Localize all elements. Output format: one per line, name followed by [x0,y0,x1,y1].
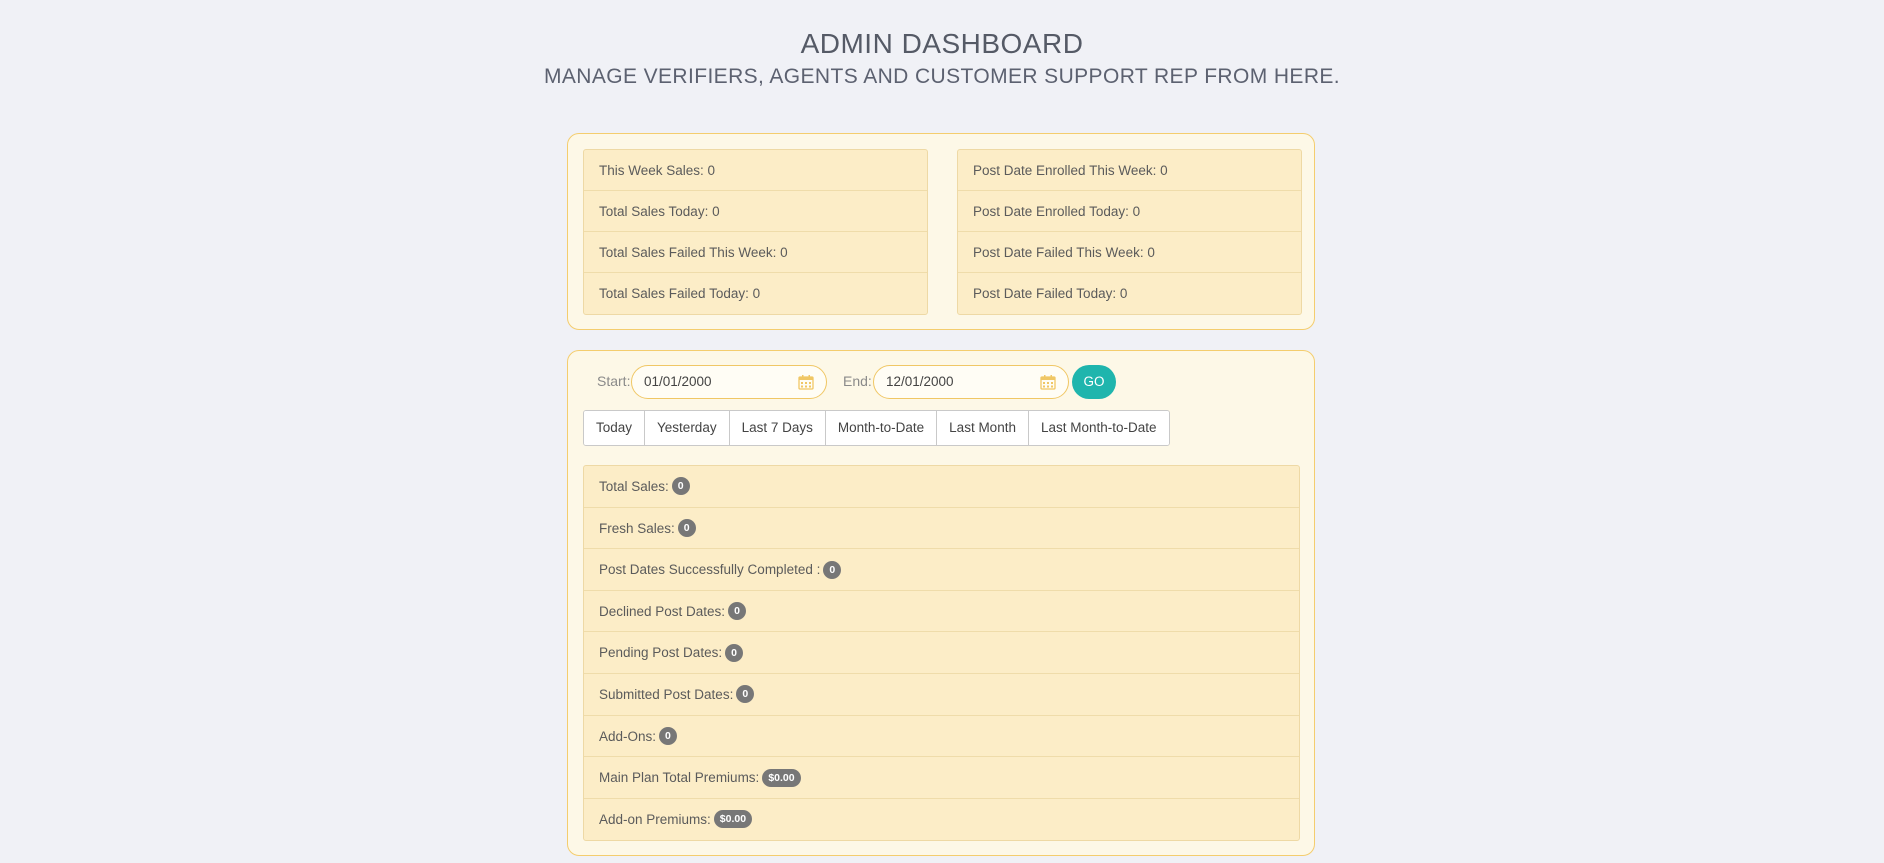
metric-label: Fresh Sales: [599,520,675,536]
count-badge: 0 [677,519,696,538]
stat-pd-enrolled-week: Post Date Enrolled This Week: 0 [958,150,1301,191]
metric-add-ons: Add-Ons: 0 [584,716,1299,758]
start-date-input[interactable]: 01/01/2000 [631,365,827,399]
page-header: ADMIN DASHBOARD MANAGE VERIFIERS, AGENTS… [0,0,1884,92]
page-subtitle: MANAGE VERIFIERS, AGENTS AND CUSTOMER SU… [543,65,1341,88]
page-title: ADMIN DASHBOARD [800,28,1084,59]
go-button[interactable]: GO [1072,365,1116,399]
metric-submitted-post-dates: Submitted Post Dates: 0 [584,674,1299,716]
metrics-list: Total Sales: 0 Fresh Sales: 0 Post Dates S… [583,465,1300,842]
amount-badge: $0.00 [713,810,753,829]
range-last-month-button[interactable]: Last Month [937,411,1029,445]
date-range-buttons: Today Yesterday Last 7 Days Month-to-Dat… [583,410,1170,446]
count-badge: 0 [823,560,842,579]
post-date-summary-list: Post Date Enrolled This Week: 0 Post Dat… [957,149,1302,315]
stat-week-sales: This Week Sales: 0 [584,150,927,191]
metric-label: Main Plan Total Premiums: [599,770,760,786]
count-badge: 0 [725,643,743,662]
metric-declined-post-dates: Declined Post Dates: 0 [584,591,1299,633]
metric-label: Post Dates Successfully Completed : [599,562,821,578]
sales-summary-list: This Week Sales: 0 Total Sales Today: 0 … [583,149,928,315]
range-last-7-days-button[interactable]: Last 7 Days [729,411,826,445]
metric-pending-post-dates: Pending Post Dates: 0 [584,632,1299,674]
date-filter: Start: 01/01/2000 End: 12/01/2000 GO [583,365,1283,399]
range-today-button[interactable]: Today [584,411,646,445]
metric-post-dates-completed: Post Dates Successfully Completed :0 [584,549,1299,591]
metric-total-sales: Total Sales: 0 [584,466,1299,508]
metric-fresh-sales: Fresh Sales: 0 [584,508,1299,550]
start-date-value: 01/01/2000 [644,374,712,389]
metric-add-on-premiums: Add-on Premiums: $0.00 [584,799,1299,841]
range-yesterday-button[interactable]: Yesterday [645,411,730,445]
metric-label: Total Sales: [599,479,669,494]
amount-badge: $0.00 [762,768,801,787]
metric-label: Pending Post Dates: [599,645,723,661]
end-label: End: [843,373,872,389]
stat-pd-failed-week: Post Date Failed This Week: 0 [958,232,1301,273]
end-date-value: 12/01/2000 [886,374,954,389]
stat-failed-today: Total Sales Failed Today: 0 [599,286,761,301]
end-date-input[interactable]: 12/01/2000 [873,365,1069,399]
count-badge: 0 [671,477,690,496]
metric-label: Declined Post Dates: [599,603,726,619]
start-label: Start: [597,373,631,389]
summary-panel: This Week Sales: 0 Total Sales Today: 0 … [567,133,1315,330]
stat-pd-enrolled-today: Post Date Enrolled Today: 0 [958,191,1301,232]
range-month-to-date-button[interactable]: Month-to-Date [825,411,938,445]
stat-pd-failed-today: Post Date Failed Today: 0 [973,286,1128,301]
metric-label: Add-Ons: [599,728,657,744]
report-panel: Start: 01/01/2000 End: 12/01/2000 GO Tod… [567,350,1315,856]
stat-failed-week: Total Sales Failed This Week: 0 [584,232,927,273]
metric-label: Add-on Premiums: [599,811,711,827]
count-badge: 0 [659,727,677,745]
count-badge: 0 [728,602,746,621]
range-last-month-to-date-button[interactable]: Last Month-to-Date [1028,411,1169,445]
metric-label: Submitted Post Dates: [599,686,734,702]
count-badge: 0 [736,685,755,704]
calendar-icon[interactable] [798,374,814,390]
stat-sales-today: Total Sales Today: 0 [584,191,927,232]
metric-main-plan-premiums: Main Plan Total Premiums: $0.00 [584,757,1299,799]
calendar-icon[interactable] [1040,374,1056,390]
